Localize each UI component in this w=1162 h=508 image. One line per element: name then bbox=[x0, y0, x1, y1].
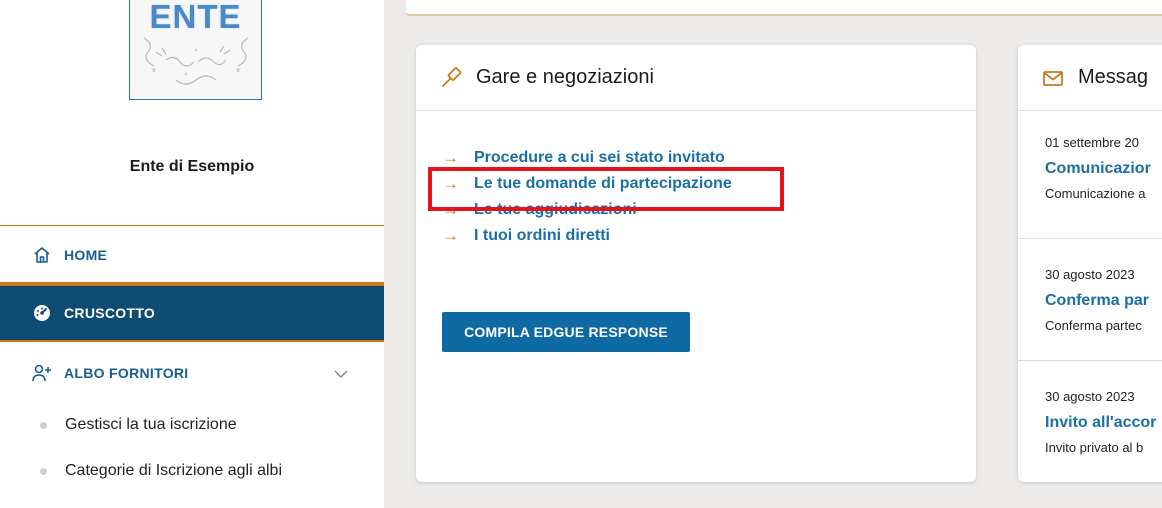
nav-item-albo-label: ALBO FORNITORI bbox=[64, 365, 189, 381]
message-item: 01 settembre 20 Comunicazior Comunicazio… bbox=[1018, 111, 1162, 239]
main-content: Gare e negoziazioni → Procedure a cui se… bbox=[384, 0, 1162, 508]
sidebar-divider bbox=[0, 225, 384, 226]
bullet-dot bbox=[40, 467, 47, 475]
nav-item-cruscotto[interactable]: CRUSCOTTO bbox=[0, 282, 384, 342]
chevron-down-icon[interactable] bbox=[334, 366, 348, 382]
messaggi-card-title: Messag bbox=[1078, 66, 1149, 88]
link-label: I tuoi ordini diretti bbox=[474, 227, 610, 244]
bullet-dot bbox=[40, 421, 47, 429]
arrow-right-icon: → bbox=[442, 148, 459, 167]
arrow-right-icon: → bbox=[442, 226, 459, 245]
compila-edgue-response-button[interactable]: COMPILA EDGUE RESPONSE bbox=[442, 312, 690, 352]
envelope-icon bbox=[1042, 65, 1068, 91]
nav-item-cruscotto-label: CRUSCOTTO bbox=[64, 305, 156, 321]
gavel-icon bbox=[440, 65, 466, 91]
gare-negoziazioni-card: Gare e negoziazioni → Procedure a cui se… bbox=[416, 45, 976, 482]
message-description: Comunicazione a bbox=[1045, 186, 1146, 201]
home-icon bbox=[32, 245, 52, 265]
ente-logo[interactable]: ENTE bbox=[129, 0, 262, 100]
message-description: Invito privato al b bbox=[1045, 440, 1144, 455]
messaggi-card: Messag 01 settembre 20 Comunicazior Comu… bbox=[1018, 45, 1162, 482]
message-title-link[interactable]: Conferma par bbox=[1045, 292, 1162, 310]
message-date: 30 agosto 2023 bbox=[1045, 267, 1135, 282]
highlight-annotation-box bbox=[428, 167, 784, 211]
message-date: 30 agosto 2023 bbox=[1045, 389, 1135, 404]
message-title-link[interactable]: Comunicazior bbox=[1045, 160, 1162, 178]
link-ordini-diretti[interactable]: → I tuoi ordini diretti bbox=[442, 223, 732, 249]
nav-item-home-label: HOME bbox=[64, 247, 108, 263]
user-plus-icon bbox=[32, 363, 52, 383]
sub-item-gestisci-iscrizione[interactable]: Gestisci la tua iscrizione bbox=[0, 407, 384, 443]
nav-item-home[interactable]: HOME bbox=[0, 235, 384, 275]
sub-item-label: Gestisci la tua iscrizione bbox=[65, 416, 237, 433]
nav-item-albo-fornitori[interactable]: ALBO FORNITORI bbox=[0, 352, 384, 394]
message-date: 01 settembre 20 bbox=[1045, 135, 1139, 150]
message-item: 30 agosto 2023 Conferma par Conferma par… bbox=[1018, 239, 1162, 361]
gare-card-title: Gare e negoziazioni bbox=[476, 66, 654, 88]
link-label: Procedure a cui sei stato invitato bbox=[474, 149, 725, 166]
dashboard-gauge-icon bbox=[32, 303, 52, 323]
sub-item-label: Categorie di Iscrizione agli albi bbox=[65, 462, 282, 479]
top-card-edge bbox=[406, 0, 1162, 16]
sub-item-categorie-iscrizione[interactable]: Categorie di Iscrizione agli albi bbox=[0, 453, 384, 489]
ente-name: Ente di Esempio bbox=[129, 158, 255, 175]
messaggi-card-header: Messag bbox=[1018, 45, 1162, 111]
message-description: Conferma partec bbox=[1045, 318, 1142, 333]
message-item: 30 agosto 2023 Invito all'accor Invito p… bbox=[1018, 361, 1162, 482]
sidebar: ENTE Ente di Esempio HOME CRUSCOTTO ALBO… bbox=[0, 0, 384, 508]
message-title-link[interactable]: Invito all'accor bbox=[1045, 414, 1162, 432]
logo-emblem-art bbox=[143, 37, 249, 85]
gare-card-header: Gare e negoziazioni bbox=[416, 45, 976, 111]
